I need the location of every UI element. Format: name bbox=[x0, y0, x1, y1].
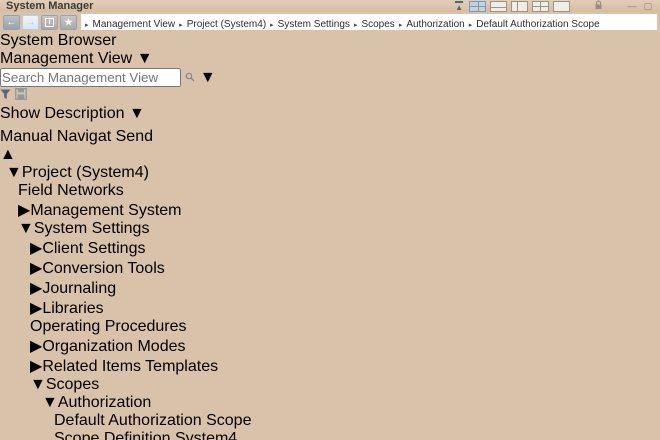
tree-item-label: Journaling bbox=[42, 280, 116, 297]
breadcrumb-arrow-icon: ▸ bbox=[85, 22, 89, 29]
chevron-collapsed-icon[interactable]: ▶ bbox=[30, 358, 42, 375]
forward-button[interactable]: → bbox=[22, 15, 39, 30]
minimize-icon[interactable]: — bbox=[626, 1, 638, 11]
view-dropdown[interactable]: Management View ▼ bbox=[0, 50, 660, 68]
back-button[interactable]: ← bbox=[3, 15, 20, 30]
tree-item[interactable]: ▼Scopes bbox=[0, 376, 660, 394]
search-options-chevron-icon[interactable]: ▼ bbox=[200, 69, 216, 86]
history-button[interactable] bbox=[41, 15, 58, 30]
title-bar: System Manager ▲ — ▢ bbox=[0, 0, 660, 12]
tree-item[interactable]: ▶Organization Modes bbox=[0, 336, 660, 356]
layout-quad-icon[interactable] bbox=[532, 1, 549, 12]
chevron-down-icon[interactable]: ▼ bbox=[137, 50, 153, 67]
breadcrumb-bar: ← → ★ ▸Management View▸Project (System4)… bbox=[0, 12, 660, 32]
lock-icon[interactable] bbox=[592, 0, 604, 12]
history-icon bbox=[45, 18, 54, 27]
search-box: ▼ bbox=[0, 68, 660, 87]
browser-controls: Management View ▼ ▼ bbox=[0, 50, 660, 146]
description-dropdown[interactable]: Show Description ▼ bbox=[0, 105, 660, 123]
chevron-collapsed-icon[interactable]: ▶ bbox=[30, 300, 42, 317]
breadcrumb-arrow-icon: ▸ bbox=[270, 22, 274, 29]
breadcrumb-item[interactable]: System Settings bbox=[278, 19, 350, 30]
tree-item-label: Scope Definition System4 bbox=[54, 430, 237, 440]
tree-item[interactable]: ▶Journaling bbox=[0, 278, 660, 298]
tree-item-label: Operating Procedures bbox=[30, 318, 187, 335]
breadcrumb-item[interactable]: Project (System4) bbox=[187, 19, 266, 30]
breadcrumb-item[interactable]: Authorization bbox=[406, 19, 464, 30]
tree-item[interactable]: Default Authorization Scope bbox=[0, 412, 660, 430]
tree-item[interactable]: Operating Procedures bbox=[0, 318, 660, 336]
chevron-collapsed-icon[interactable]: ▶ bbox=[30, 338, 42, 355]
tree-item-label: Scopes bbox=[46, 376, 99, 393]
layout-vsplit-icon[interactable] bbox=[511, 1, 528, 12]
search-icon[interactable] bbox=[185, 69, 199, 86]
system-browser-header: System Browser bbox=[0, 32, 660, 50]
tree-item-label: Authorization bbox=[58, 394, 151, 411]
content-area: System Browser Management View ▼ bbox=[0, 32, 660, 440]
chevron-expanded-icon[interactable]: ▼ bbox=[18, 220, 34, 237]
layout-hsplit-icon[interactable] bbox=[490, 1, 507, 12]
manual-navigation-label: Manual Navigat bbox=[0, 128, 111, 145]
layout-single-icon[interactable] bbox=[553, 1, 570, 12]
tree-scrollbar[interactable]: ▲ bbox=[0, 146, 660, 164]
tree-item-label: Related Items Templates bbox=[42, 358, 218, 375]
tree-item[interactable]: ▼Project (System4) bbox=[0, 164, 660, 182]
scroll-up-icon[interactable]: ▲ bbox=[0, 146, 16, 163]
chevron-down-icon[interactable]: ▼ bbox=[129, 105, 145, 122]
tree-item[interactable]: ▶Conversion Tools bbox=[0, 258, 660, 278]
tree-item[interactable]: ▶Related Items Templates bbox=[0, 356, 660, 376]
search-input[interactable] bbox=[0, 68, 181, 87]
breadcrumb-item[interactable]: Management View bbox=[93, 19, 176, 30]
breadcrumb-item[interactable]: Scopes bbox=[361, 19, 394, 30]
view-dropdown-value: Management View bbox=[0, 50, 132, 67]
tree-item-label: System Settings bbox=[34, 220, 150, 237]
chevron-collapsed-icon[interactable]: ▶ bbox=[30, 240, 42, 257]
titlebar-icons: ▲ — ▢ bbox=[455, 0, 654, 12]
breadcrumb-arrow-icon: ▸ bbox=[354, 22, 358, 29]
breadcrumb-arrow-icon: ▸ bbox=[399, 22, 403, 29]
chevron-collapsed-icon[interactable]: ▶ bbox=[18, 202, 30, 219]
collapse-panels-icon[interactable]: ▲ bbox=[455, 1, 463, 12]
tree-item-label: Organization Modes bbox=[42, 338, 185, 355]
save-filter-icon[interactable] bbox=[15, 87, 27, 104]
layout-grid-icon[interactable] bbox=[469, 1, 486, 12]
window-title: System Manager bbox=[6, 0, 455, 12]
maximize-icon[interactable]: ▢ bbox=[642, 1, 654, 12]
tree-item[interactable]: Field Networks bbox=[0, 182, 660, 200]
tree-item[interactable]: ▼System Settings bbox=[0, 220, 660, 238]
chevron-expanded-icon[interactable]: ▼ bbox=[42, 394, 58, 411]
tree-item-label: Project (System4) bbox=[22, 164, 149, 181]
chevron-expanded-icon[interactable]: ▼ bbox=[6, 164, 22, 181]
breadcrumb: ▸Management View▸Project (System4)▸Syste… bbox=[81, 14, 657, 30]
tree-item[interactable]: ▶Libraries bbox=[0, 298, 660, 318]
chevron-expanded-icon[interactable]: ▼ bbox=[30, 376, 46, 393]
tree-item[interactable]: ▼Authorization bbox=[0, 394, 660, 412]
tree-item-label: Conversion Tools bbox=[42, 260, 164, 277]
breadcrumb-arrow-icon: ▸ bbox=[179, 22, 183, 29]
system-tree: ▲ ▼Project (System4)Field Networks▶Manag… bbox=[0, 146, 660, 440]
filter-icon[interactable] bbox=[0, 87, 15, 104]
tree-item[interactable]: ▶Client Settings bbox=[0, 238, 660, 258]
breadcrumb-item[interactable]: Default Authorization Scope bbox=[476, 19, 599, 30]
send-button[interactable]: Send bbox=[116, 128, 153, 145]
tree-item-label: Client Settings bbox=[42, 240, 145, 257]
tree-item-label: Management System bbox=[30, 202, 181, 219]
favorites-button[interactable]: ★ bbox=[60, 15, 77, 30]
chevron-collapsed-icon[interactable]: ▶ bbox=[30, 260, 42, 277]
tree-item[interactable]: Scope Definition System4 bbox=[0, 430, 660, 440]
tree-item-label: Default Authorization Scope bbox=[54, 412, 251, 429]
system-browser-panel: System Browser Management View ▼ bbox=[0, 32, 660, 440]
tree-item-label: Field Networks bbox=[18, 182, 124, 199]
tree-item[interactable]: ▶Management System bbox=[0, 200, 660, 220]
app-window: System Manager ▲ — ▢ ← → ★ ▸Management V… bbox=[0, 0, 660, 440]
chevron-collapsed-icon[interactable]: ▶ bbox=[30, 280, 42, 297]
description-dropdown-value: Show Description bbox=[0, 105, 125, 122]
tree-item-label: Libraries bbox=[42, 300, 103, 317]
breadcrumb-arrow-icon: ▸ bbox=[469, 22, 473, 29]
